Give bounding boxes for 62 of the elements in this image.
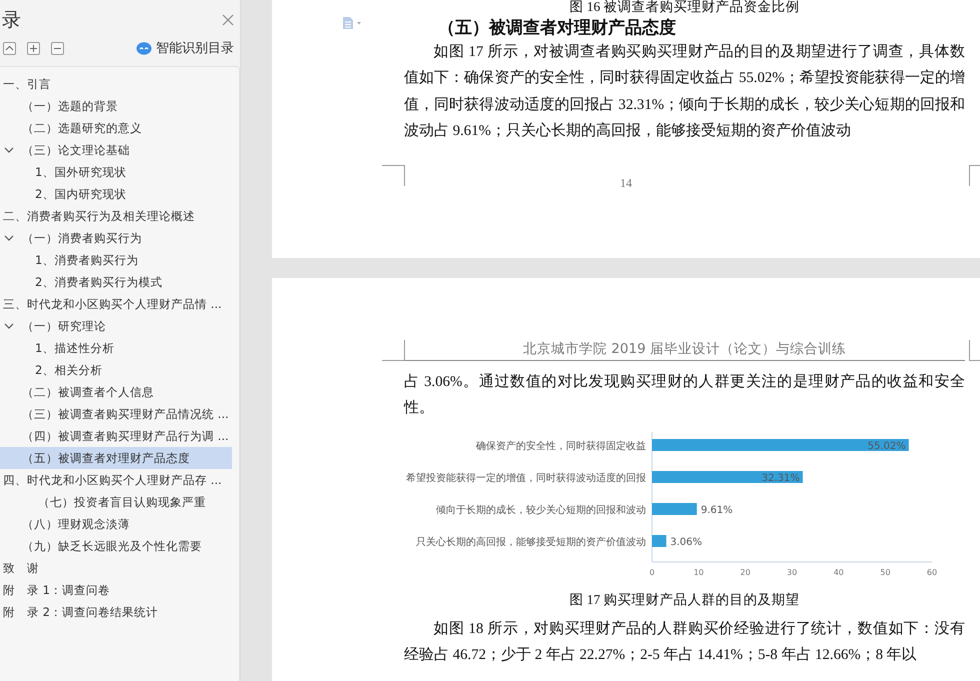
bar-value-label: 55.02% [868, 440, 906, 452]
outline-item[interactable]: （三）被调查者购买理财产品情况统 ... [0, 403, 232, 425]
outline-item[interactable]: 附 录 1：调查问卷 [0, 579, 232, 601]
chart-category-label: 希望投资能获得一定的增值，同时获得波动适度的回报 [406, 472, 646, 484]
body-paragraph: 如图 18 所示，对购买理财产品的人群购买价经验进行了统计，数值如下：没有经验占 46.72；少于 2 年占 22.27%；2-5 年占 14.41%；5-8 年占 12.66%；8 年以 [404, 620, 965, 665]
outline-item[interactable]: （二）被调查者个人信息 [0, 381, 232, 403]
outline-item[interactable]: （五）被调查者对理财产品态度 [0, 447, 232, 469]
outline-item[interactable]: （三）论文理论基础 [0, 139, 232, 161]
outline-item[interactable]: 1、国外研究现状 [0, 161, 232, 183]
bar-value-label: 3.06% [670, 536, 702, 548]
bar-value-label: 9.61% [700, 504, 733, 516]
axis-tick-label: 40 [834, 568, 844, 577]
outline-item[interactable]: （一）消费者购买行为 [0, 227, 232, 249]
figure-caption: 图 16 被调查者购买理财产品资金比例 [568, 0, 801, 14]
outline-item[interactable]: （四）被调查者购买理财产品行为调 ... [0, 425, 232, 447]
axis-tick-label: 50 [880, 568, 890, 577]
outline-item[interactable]: 1、消费者购买行为 [0, 249, 232, 271]
outline-item[interactable]: （七）投资者盲目认购现象严重 [0, 491, 232, 513]
caret-up-icon [5, 45, 14, 51]
axis-tick-label: 60 [926, 568, 938, 577]
chart-category-label: 倾向于长期的成长，较少关心短期的回报和波动 [436, 504, 646, 516]
crop-mark [382, 340, 405, 361]
outline-item[interactable]: 2、相关分析 [0, 359, 232, 381]
outline-item[interactable]: （一）选题的背景 [0, 95, 232, 117]
outline-item[interactable]: 致 谢 [0, 557, 232, 579]
collapse-up-button[interactable] [3, 42, 16, 54]
axis-tick-label: 20 [740, 568, 750, 577]
outline-item[interactable]: （二）选题研究的意义 [0, 117, 232, 139]
axis-tick-label: 10 [694, 568, 704, 577]
outline-item[interactable]: （九）缺乏长远眼光及个性化需要 [0, 535, 232, 557]
body-paragraph: 如图 17 所示，对被调查者购买购买理财产品的目的及期望进行了调查，具体数值如下：确保资产的安全性，同时获得固定收益占 55.02%；希望投资能获得一定的增值，同时获得波动适度的回报占 32.31%；倾向于长期的成长，较少关心短期的回报和波动占 9.61%；只关心长期的高回报，能够接受短期的资产价值波动 [404, 42, 965, 141]
chevron-down-icon[interactable] [4, 146, 14, 154]
outline-item[interactable]: 2、消费者购买行为模式 [0, 271, 232, 293]
chevron-down-icon[interactable] [4, 322, 14, 330]
body-paragraph: 占 3.06%。通过数值的对比发现购买理财的人群更关注的是理财产品的收益和安全性。 [404, 372, 965, 418]
figure-caption: 图 17 购买理财产品人群的目的及期望 [568, 590, 801, 609]
chart-category-label: 确保资产的安全性，同时获得固定收益 [476, 440, 646, 452]
page-number: 14 [619, 176, 633, 191]
axis-tick-label: 30 [786, 568, 798, 577]
chart-category-label: 只关心长期的高回报，能够接受短期的资产价值波动 [416, 536, 646, 548]
bar-value-label: 32.31% [762, 472, 800, 484]
page-header: 北京城市学院 2019 届毕业设计（论文）与综合训练 [404, 340, 965, 361]
outline-item[interactable]: 二、消费者购买行为及相关理论概述 [0, 205, 232, 227]
outline-item[interactable]: 三、时代龙和小区购买个人理财产品情 ... [0, 293, 232, 315]
outline-item[interactable]: 2、国内研究现状 [0, 183, 232, 205]
crop-mark [382, 165, 405, 186]
axis-tick-label: 0 [649, 568, 655, 577]
outline-item[interactable]: （八）理财观念淡薄 [0, 513, 232, 535]
outline-item[interactable]: 四、时代龙和小区购买个人理财产品存 ... [0, 469, 232, 491]
panel-title: 录 [2, 8, 21, 33]
close-icon[interactable] [222, 14, 234, 26]
cloud-face-icon [136, 42, 152, 54]
expand-button[interactable] [27, 42, 40, 54]
chevron-down-icon[interactable] [4, 234, 14, 242]
outline-item[interactable]: 一、引言 [0, 73, 232, 95]
collapse-button[interactable] [51, 42, 64, 54]
smart-toc-button[interactable]: 智能识别目录 [136, 39, 240, 57]
outline-item[interactable]: 1、描述性分析 [0, 337, 232, 359]
plus-icon [29, 44, 38, 52]
outline-item[interactable]: 附 录 2：调查问卷结果统计 [0, 601, 232, 623]
section-heading: （五）被调查者对理财产品态度 [438, 17, 677, 39]
outline-item[interactable]: （一）研究理论 [0, 315, 232, 337]
